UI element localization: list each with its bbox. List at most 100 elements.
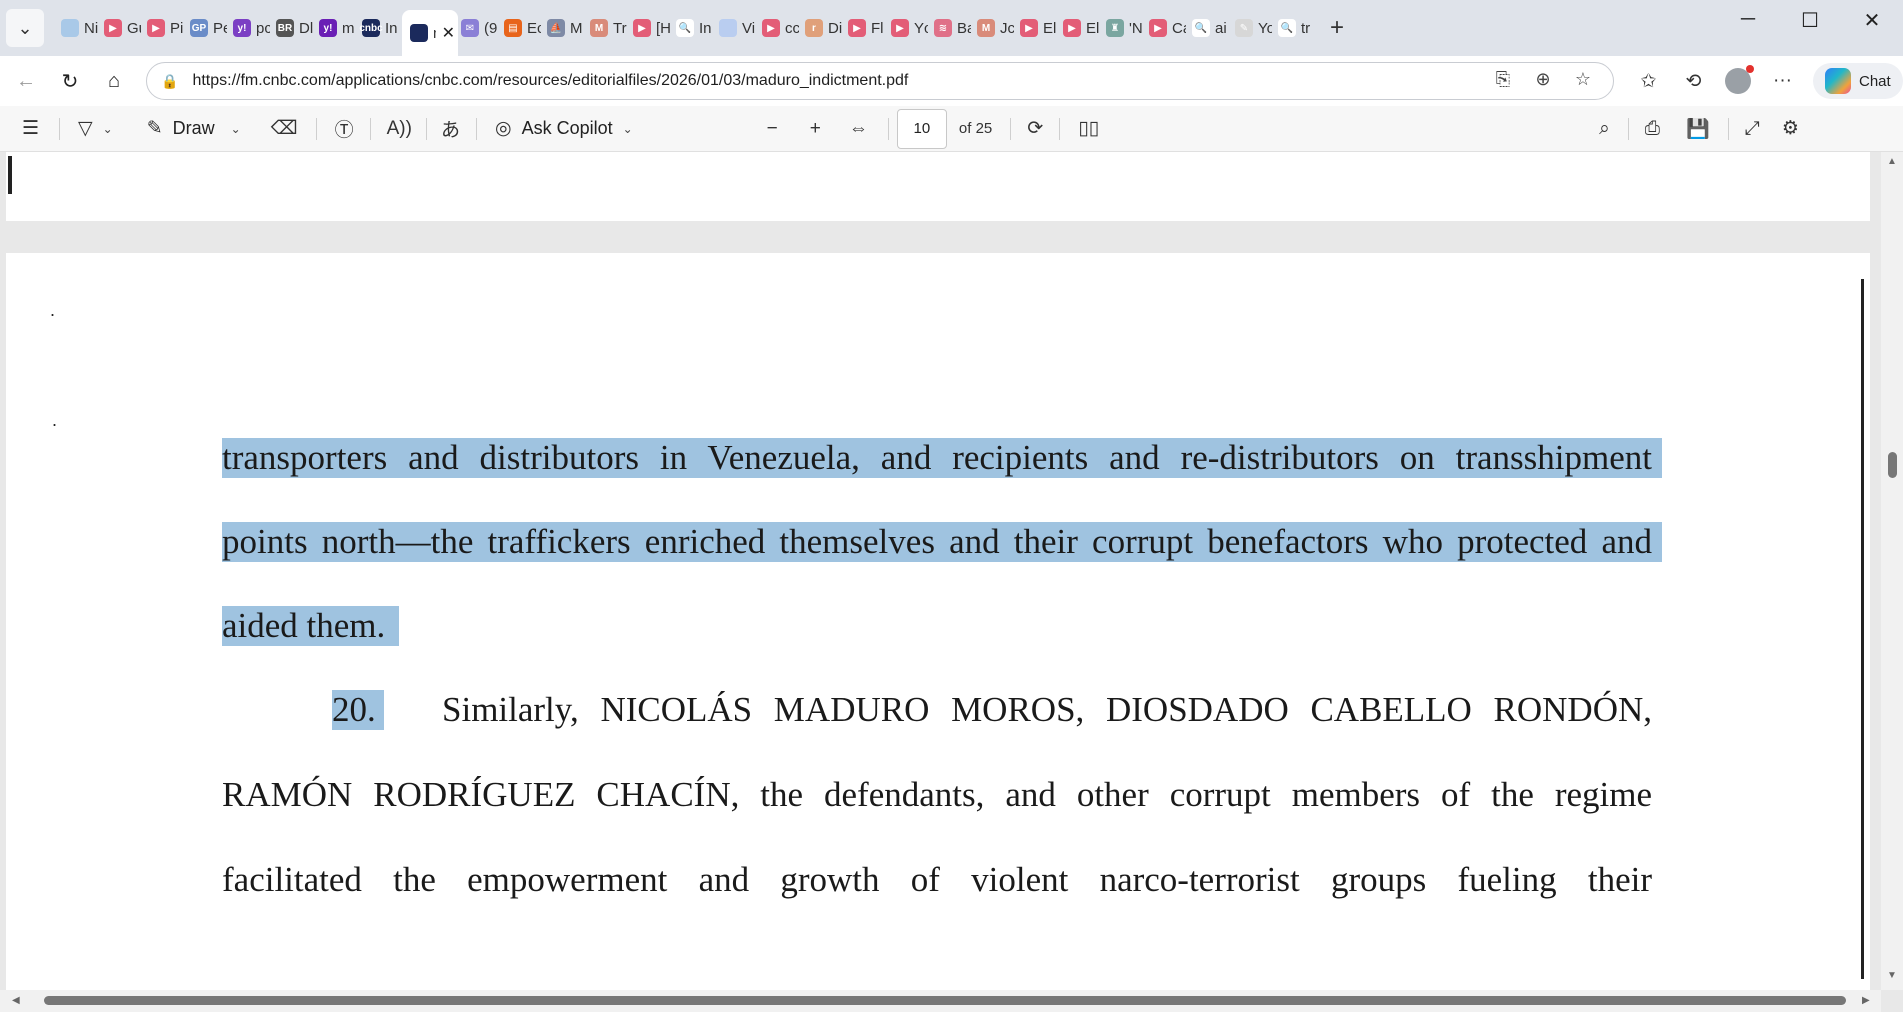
favorites-icon[interactable]: ✩: [1626, 70, 1671, 93]
home-button[interactable]: ⌂: [96, 63, 132, 99]
browser-tab[interactable]: Ni: [58, 8, 101, 48]
plus-icon: +: [1330, 14, 1345, 41]
browser-tab[interactable]: y! m: [316, 8, 359, 48]
refresh-button[interactable]: ↻: [52, 63, 88, 99]
address-bar[interactable]: 🔒 https://fm.cnbc.com/applications/cnbc.…: [146, 62, 1614, 100]
browser-tab[interactable]: ✎ Yo: [1232, 8, 1275, 48]
new-tab-button[interactable]: +: [1330, 14, 1344, 42]
vertical-scroll-thumb[interactable]: [1888, 452, 1897, 478]
tab-actions-menu-button[interactable]: ⌄: [6, 9, 44, 47]
browser-tab[interactable]: ≋ Ba: [931, 8, 974, 48]
pdf-page[interactable]: . . transporters and distributors in Ven…: [6, 253, 1870, 1012]
browser-tab[interactable]: ♜ 'N: [1103, 8, 1146, 48]
browser-tab[interactable]: BR Dl: [273, 8, 316, 48]
browser-tab[interactable]: ⛵ M: [544, 8, 587, 48]
browser-tab[interactable]: ▶ Pi: [144, 8, 187, 48]
browser-tab[interactable]: r Di: [802, 8, 845, 48]
horizontal-scroll-thumb[interactable]: [44, 996, 1846, 1005]
close-window-button[interactable]: ✕: [1841, 8, 1903, 33]
tab-favicon-icon: r: [805, 19, 823, 37]
browser-tab[interactable]: ▶ Fl: [845, 8, 888, 48]
page-view-button[interactable]: ▯▯: [1078, 117, 1099, 140]
browser-tab[interactable]: 🔍 ai: [1189, 8, 1232, 48]
scroll-up-icon[interactable]: ▲: [1887, 156, 1897, 167]
browser-tab[interactable]: ▶ El: [1017, 8, 1060, 48]
pdf-viewport[interactable]: . . transporters and distributors in Ven…: [0, 152, 1903, 1012]
scroll-right-icon[interactable]: ▶: [1862, 995, 1870, 1006]
history-icon[interactable]: ⟲: [1671, 70, 1716, 93]
eraser-icon: ⌫: [270, 118, 298, 139]
erase-button[interactable]: ⌫: [271, 117, 298, 140]
page-number-input[interactable]: 10: [896, 108, 947, 149]
rotate-button[interactable]: ⟳: [1027, 117, 1043, 140]
fullscreen-button[interactable]: ⤢: [1745, 118, 1760, 140]
back-button[interactable]: ←: [8, 63, 44, 99]
browser-tab[interactable]: ▤ Ec: [501, 8, 544, 48]
save-button[interactable]: 💾: [1686, 117, 1710, 141]
browser-tab[interactable]: ▶ Yc: [888, 8, 931, 48]
favorite-star-icon[interactable]: ☆: [1563, 69, 1603, 90]
fit-to-width-button[interactable]: ⇔: [849, 118, 868, 140]
zoom-in-button[interactable]: +: [810, 118, 821, 140]
browser-tab[interactable]: M Tr: [587, 8, 630, 48]
tab-favicon-icon: M: [977, 19, 995, 37]
browser-tab[interactable]: 🔍 tr: [1275, 8, 1318, 48]
more-options-icon[interactable]: ···: [1760, 70, 1805, 92]
tab-title: Ba: [957, 19, 971, 37]
browser-tab[interactable]: ▶ cc: [759, 8, 802, 48]
browser-tab[interactable]: ▶ [H: [630, 8, 673, 48]
table-of-contents-button[interactable]: ☰: [22, 117, 39, 140]
browser-tab[interactable]: cnbc In: [359, 8, 402, 48]
doc-text-line[interactable]: RAMÓN RODRÍGUEZ CHACÍN, the defendants, …: [222, 775, 1652, 815]
read-aloud-button[interactable]: A)): [387, 118, 412, 140]
browser-tab[interactable]: M Jc: [974, 8, 1017, 48]
browser-tab[interactable]: 🔍 In: [673, 8, 716, 48]
browser-tab[interactable]: ▶ Ca: [1146, 8, 1189, 48]
doc-text-line[interactable]: facilitated the empowerment and growth o…: [222, 860, 1652, 900]
print-button[interactable]: ⎙: [1645, 118, 1660, 140]
tab-favicon-icon: M: [590, 19, 608, 37]
zoom-out-button[interactable]: −: [767, 118, 778, 140]
tab-title: In: [699, 19, 712, 37]
doc-text-line[interactable]: aided them.: [222, 606, 1652, 646]
scroll-down-icon[interactable]: ▼: [1887, 970, 1897, 981]
find-button[interactable]: ⌕: [1599, 118, 1610, 140]
toolbar-divider: [369, 117, 371, 140]
url-text[interactable]: https://fm.cnbc.com/applications/cnbc.co…: [192, 72, 908, 90]
browser-tab[interactable]: y! pc: [230, 8, 273, 48]
scroll-left-icon[interactable]: ◀: [12, 995, 20, 1006]
settings-button[interactable]: ⚙: [1782, 117, 1799, 140]
zoom-icon[interactable]: ⊕: [1523, 69, 1563, 90]
horizontal-scrollbar[interactable]: ◀ ▶: [0, 990, 1881, 1012]
save-icon: 💾: [1685, 118, 1710, 140]
draw-button[interactable]: ✎ Draw ⌄: [147, 117, 241, 140]
immersive-reader-icon[interactable]: ⎘: [1483, 69, 1523, 90]
browser-tab[interactable]: Vi: [716, 8, 759, 48]
vertical-scrollbar[interactable]: ▲ ▼: [1881, 152, 1903, 990]
toolbar-divider: [475, 117, 477, 140]
doc-text-line[interactable]: transporters and distributors in Venezue…: [222, 438, 1652, 478]
tab-title: Vi: [742, 19, 756, 37]
browser-tab[interactable]: GP Pe: [187, 8, 230, 48]
minimize-button[interactable]: ─: [1717, 8, 1779, 33]
highlight-button[interactable]: ▽ ⌄: [78, 117, 113, 140]
add-text-button[interactable]: Ⓣ: [335, 115, 354, 142]
browser-tab[interactable]: ✉ (9: [458, 8, 501, 48]
maximize-button[interactable]: ☐: [1779, 8, 1841, 33]
doc-text-line[interactable]: Similarly, NICOLÁS MADURO MOROS, DIOSDAD…: [442, 690, 1652, 730]
profile-avatar[interactable]: [1725, 65, 1754, 94]
active-browser-tab[interactable]: m✕: [402, 10, 458, 56]
chevron-down-icon: ⌄: [17, 17, 33, 38]
doc-text-line[interactable]: points north—the traffickers enriched th…: [222, 522, 1652, 562]
browser-tab[interactable]: ▶ El: [1060, 8, 1103, 48]
tab-close-icon[interactable]: ✕: [442, 23, 455, 43]
search-icon: ⌕: [1599, 117, 1610, 139]
paragraph-number[interactable]: 20.: [332, 690, 376, 730]
site-info-icon[interactable]: 🔒: [161, 73, 178, 90]
translate-button[interactable]: あ: [441, 115, 460, 142]
tab-title: El: [1043, 19, 1057, 37]
ask-copilot-button[interactable]: ◎ Ask Copilot ⌄: [495, 117, 633, 140]
copilot-chat-button[interactable]: Chat: [1813, 63, 1903, 99]
browser-tab[interactable]: ▶ Gu: [101, 8, 144, 48]
tab-title: Yo: [1258, 19, 1272, 37]
